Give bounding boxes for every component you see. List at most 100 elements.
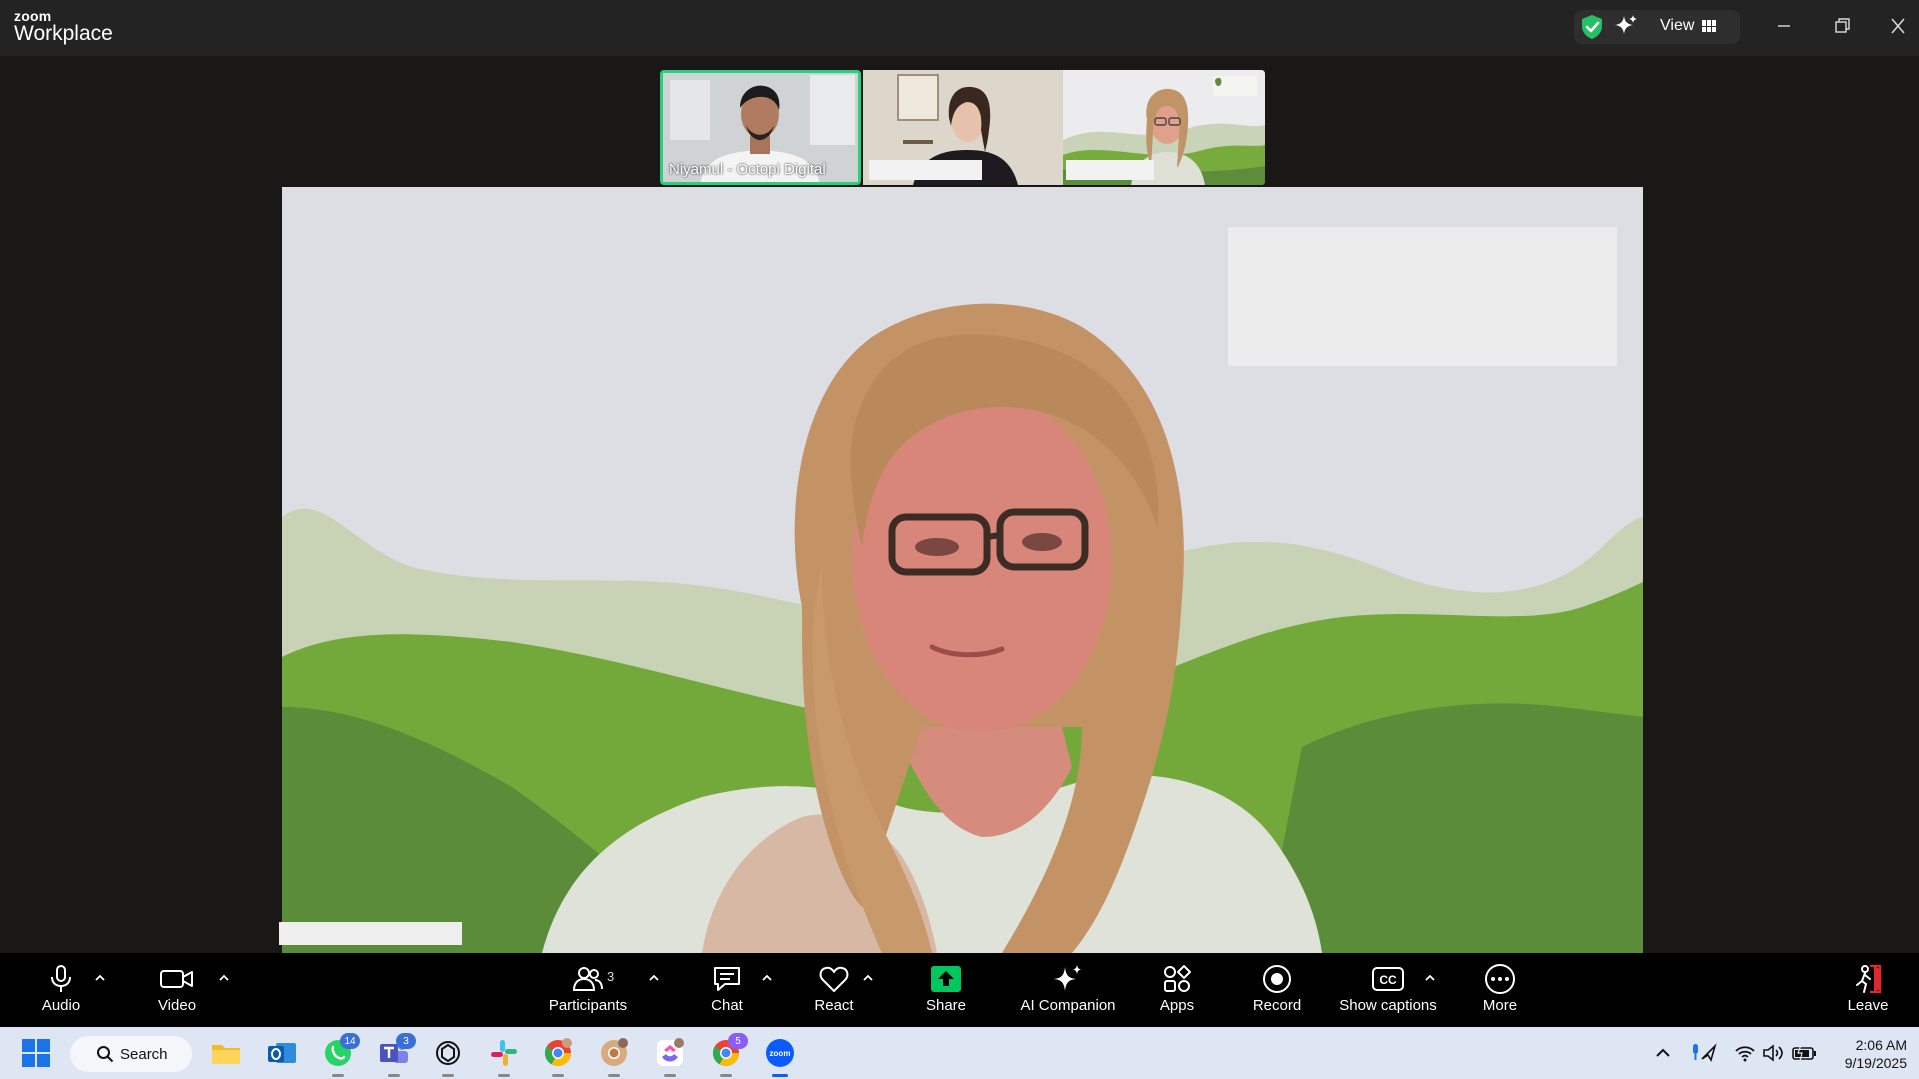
participants-options-chevron-icon[interactable] — [648, 973, 660, 983]
show-captions-label: Show captions — [1339, 997, 1437, 1014]
participants-button[interactable]: Participants — [542, 953, 634, 1027]
battery-icon[interactable] — [1792, 1043, 1818, 1063]
running-indicator — [552, 1074, 564, 1077]
clock-date: 9/19/2025 — [1844, 1055, 1907, 1071]
clock-time: 2:06 AM — [1855, 1037, 1907, 1053]
thumbnail-active-speaker[interactable]: Niyamul - Octopi Digital — [660, 70, 861, 185]
volume-icon[interactable] — [1762, 1043, 1784, 1063]
audio-label: Audio — [41, 997, 81, 1014]
zoom-app[interactable]: zoom — [764, 1037, 796, 1077]
search-icon — [97, 1046, 114, 1063]
chrome-app-2[interactable] — [598, 1037, 630, 1077]
thumbnail-participant-2[interactable] — [863, 70, 1063, 185]
svg-text:zoom: zoom — [770, 1049, 791, 1058]
record-button[interactable]: Record — [1248, 953, 1306, 1027]
running-indicator — [332, 1074, 344, 1077]
running-indicator — [442, 1074, 454, 1077]
name-redaction — [869, 160, 982, 180]
security-shield-icon[interactable] — [1580, 14, 1604, 40]
chrome-app-1[interactable] — [542, 1037, 574, 1077]
title-bar: zoom Workplace View — [0, 0, 1919, 56]
microphone-location-icon[interactable] — [1690, 1043, 1718, 1063]
leave-meeting-icon — [1856, 964, 1882, 994]
windows-taskbar: Search 14 3 5 zoom 2:06 AM 9/19/2025 — [0, 1027, 1919, 1079]
chat-label: Chat — [711, 997, 743, 1014]
logo-brand-small: zoom — [14, 8, 52, 24]
captions-options-chevron-icon[interactable] — [1424, 973, 1436, 983]
main-speaker-video — [282, 187, 1643, 953]
more-button[interactable]: More — [1474, 953, 1526, 1027]
leave-button[interactable]: Leave — [1842, 953, 1894, 1027]
search-label: Search — [120, 1045, 168, 1063]
file-explorer-icon[interactable] — [210, 1037, 242, 1069]
chrome-profile-icon — [601, 1038, 628, 1066]
ai-companion-sparkle-icon — [1054, 965, 1081, 991]
share-screen-icon — [931, 966, 961, 992]
closed-captions-icon: CC — [1372, 967, 1404, 991]
windows-start-icon[interactable] — [20, 1037, 52, 1069]
participants-label: Participants — [548, 997, 628, 1014]
record-icon — [1263, 965, 1291, 993]
running-indicator — [498, 1074, 510, 1077]
participant-thumbnails: Niyamul - Octopi Digital — [660, 70, 1265, 185]
apps-icon — [1164, 965, 1191, 992]
participants-count: 3 — [607, 969, 615, 984]
share-button[interactable]: Share — [918, 953, 974, 1027]
thumbnail-name: Niyamul - Octopi Digital — [669, 161, 826, 178]
apps-button[interactable]: Apps — [1152, 953, 1202, 1027]
zoom-workplace-logo: zoom Workplace — [14, 9, 113, 45]
chatgpt-icon — [436, 1041, 460, 1065]
video-options-chevron-icon[interactable] — [218, 973, 230, 983]
taskbar-search[interactable]: Search — [70, 1036, 192, 1072]
audio-options-chevron-icon[interactable] — [94, 973, 106, 983]
chatgpt-app[interactable] — [432, 1037, 464, 1077]
active-indicator — [772, 1074, 788, 1077]
microphone-icon — [51, 965, 71, 992]
system-clock[interactable]: 2:06 AM 9/19/2025 — [1845, 1036, 1907, 1072]
name-redaction — [1066, 160, 1154, 180]
whatsapp-app[interactable]: 14 — [322, 1033, 360, 1077]
ai-companion-label: AI Companion — [1020, 997, 1116, 1014]
video-camera-icon — [160, 970, 193, 988]
speaker-name-redaction — [279, 922, 462, 945]
teams-app[interactable]: 3 — [378, 1033, 416, 1077]
restore-icon[interactable] — [1828, 14, 1856, 38]
redaction-box — [1228, 227, 1617, 366]
wifi-icon[interactable] — [1734, 1043, 1756, 1063]
chat-button[interactable]: Chat — [700, 953, 754, 1027]
share-label: Share — [925, 997, 967, 1014]
chrome-app-3[interactable]: 5 — [710, 1033, 748, 1077]
whatsapp-badge: 14 — [340, 1033, 360, 1049]
audio-button[interactable]: Audio — [30, 953, 92, 1027]
close-icon[interactable] — [1884, 14, 1912, 38]
record-label: Record — [1252, 997, 1302, 1014]
chat-options-chevron-icon[interactable] — [761, 973, 773, 983]
more-options-icon — [1485, 964, 1515, 994]
apps-label: Apps — [1159, 997, 1195, 1014]
outlook-icon[interactable] — [266, 1037, 298, 1069]
show-captions-button[interactable]: CC Show captions — [1336, 953, 1440, 1027]
react-label: React — [814, 997, 854, 1014]
ai-sparkle-icon[interactable] — [1614, 14, 1638, 38]
chat-icon — [714, 967, 740, 991]
minimize-icon[interactable] — [1770, 14, 1798, 38]
ai-companion-button[interactable]: AI Companion — [1010, 953, 1126, 1027]
slack-app[interactable] — [488, 1037, 520, 1077]
chevron-up-icon[interactable] — [1652, 1043, 1674, 1063]
react-button[interactable]: React — [806, 953, 862, 1027]
logo-brand-big: Workplace — [14, 22, 113, 45]
slack-icon — [491, 1040, 517, 1066]
view-button[interactable]: View — [1660, 17, 1717, 35]
view-label: View — [1660, 17, 1695, 34]
clickup-app[interactable] — [654, 1037, 686, 1077]
thumbnail-participant-3[interactable] — [1063, 70, 1265, 185]
clickup-icon — [657, 1038, 684, 1066]
video-button[interactable]: Video — [146, 953, 208, 1027]
grid-view-icon — [1702, 20, 1717, 32]
react-options-chevron-icon[interactable] — [862, 973, 874, 983]
chrome-badge: 5 — [728, 1033, 748, 1049]
video-label: Video — [157, 997, 197, 1014]
running-indicator — [664, 1074, 676, 1077]
zoom-icon: zoom — [766, 1039, 794, 1067]
participants-icon — [573, 967, 603, 991]
